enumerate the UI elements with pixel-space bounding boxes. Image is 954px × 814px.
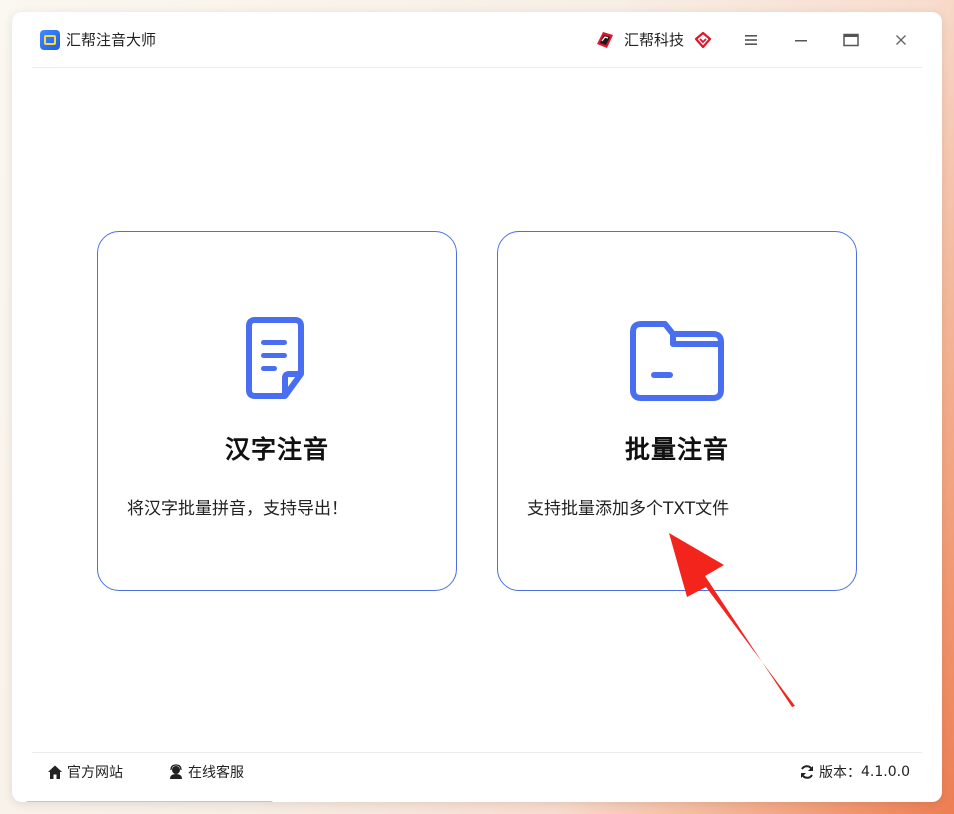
app-window: 汇帮注音大师 汇帮科技 汉字注音 将汉字批量拼音，支持导出！ 批量注音 支持批量… — [12, 12, 942, 802]
version-info[interactable]: 版本： 4.1.0.0 — [798, 762, 910, 782]
brand-logo-icon[interactable] — [594, 29, 616, 51]
card-title: 批量注音 — [624, 435, 729, 464]
loading-progress-bar — [26, 801, 942, 802]
close-icon — [896, 34, 906, 45]
card-title: 汉字注音 — [224, 435, 329, 464]
official-website-link[interactable]: 官方网站 — [46, 762, 123, 782]
close-button[interactable] — [876, 20, 926, 60]
hanzi-annotation-card[interactable]: 汉字注音 将汉字批量拼音，支持导出！ — [97, 231, 457, 591]
card-description: 将汉字批量拼音，支持导出！ — [127, 499, 348, 519]
batch-annotation-card[interactable]: 批量注音 支持批量添加多个TXT文件 — [497, 231, 857, 591]
maximize-icon — [843, 33, 859, 46]
home-icon — [46, 763, 64, 781]
menu-button[interactable] — [726, 20, 776, 60]
title-bar: 汇帮注音大师 汇帮科技 — [32, 12, 922, 68]
support-label: 在线客服 — [188, 764, 244, 781]
support-agent-icon — [167, 763, 185, 781]
app-logo-icon — [40, 29, 60, 50]
folder-icon — [498, 310, 856, 406]
refresh-icon — [798, 763, 816, 781]
version-label: 版本： — [819, 764, 862, 781]
minimize-button[interactable] — [776, 20, 826, 60]
maximize-button[interactable] — [826, 20, 876, 60]
online-support-link[interactable]: 在线客服 — [167, 762, 244, 782]
minimize-icon — [795, 39, 807, 41]
document-icon — [98, 310, 456, 406]
version-number: 4.1.0.0 — [861, 763, 910, 780]
website-label: 官方网站 — [67, 764, 123, 781]
progress-fill — [26, 801, 274, 802]
brand-name[interactable]: 汇帮科技 — [624, 29, 684, 50]
vip-diamond-icon[interactable] — [694, 31, 712, 49]
app-title: 汇帮注音大师 — [66, 31, 157, 49]
hamburger-icon — [745, 34, 757, 45]
footer-bar: 官方网站 在线客服 版本： 4.1.0.0 — [32, 752, 922, 790]
card-description: 支持批量添加多个TXT文件 — [527, 499, 730, 519]
